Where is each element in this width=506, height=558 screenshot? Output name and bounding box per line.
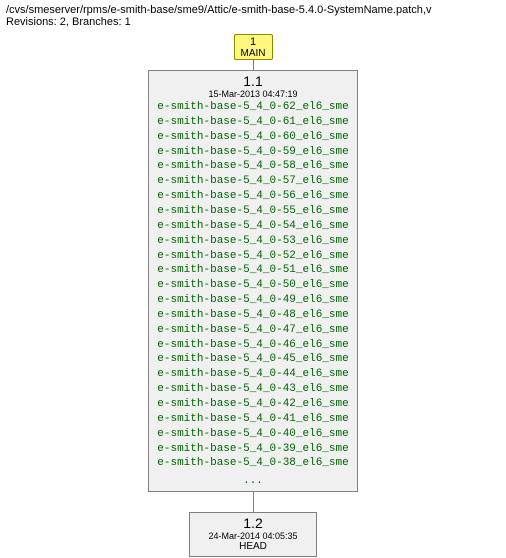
revision-1-1-box: 1.1 15-Mar-2013 04:47:19 e-smith-base-5_… — [148, 70, 357, 492]
tag-line: e-smith-base-5_4_0-53_el6_sme — [157, 234, 348, 249]
tag-line: e-smith-base-5_4_0-59_el6_sme — [157, 145, 348, 160]
tag-line: e-smith-base-5_4_0-46_el6_sme — [157, 338, 348, 353]
connector-line — [253, 492, 254, 512]
tag-line: e-smith-base-5_4_0-56_el6_sme — [157, 189, 348, 204]
revision-graph: 1 MAIN 1.1 15-Mar-2013 04:47:19 e-smith-… — [0, 30, 506, 557]
tag-line: e-smith-base-5_4_0-43_el6_sme — [157, 382, 348, 397]
tag-line: e-smith-base-5_4_0-41_el6_sme — [157, 412, 348, 427]
tag-line: e-smith-base-5_4_0-49_el6_sme — [157, 293, 348, 308]
tag-line: e-smith-base-5_4_0-61_el6_sme — [157, 115, 348, 130]
tag-line: e-smith-base-5_4_0-47_el6_sme — [157, 323, 348, 338]
tag-line: e-smith-base-5_4_0-50_el6_sme — [157, 278, 348, 293]
tag-line: e-smith-base-5_4_0-38_el6_sme — [157, 456, 348, 471]
tag-line: e-smith-base-5_4_0-42_el6_sme — [157, 397, 348, 412]
file-path: /cvs/smeserver/rpms/e-smith-base/sme9/At… — [6, 4, 500, 16]
branch-main-num: 1 — [241, 36, 266, 48]
tag-line: e-smith-base-5_4_0-54_el6_sme — [157, 219, 348, 234]
tag-line: e-smith-base-5_4_0-44_el6_sme — [157, 367, 348, 382]
revision-meta: Revisions: 2, Branches: 1 — [6, 16, 500, 28]
revision-1-1-date: 15-Mar-2013 04:47:19 — [149, 89, 356, 99]
tag-line: e-smith-base-5_4_0-57_el6_sme — [157, 174, 348, 189]
tag-line: e-smith-base-5_4_0-60_el6_sme — [157, 130, 348, 145]
tag-line: e-smith-base-5_4_0-55_el6_sme — [157, 204, 348, 219]
header: /cvs/smeserver/rpms/e-smith-base/sme9/At… — [0, 0, 506, 30]
revision-1-1-tags: e-smith-base-5_4_0-62_el6_smee-smith-bas… — [149, 99, 356, 475]
branch-main-box: 1 MAIN — [234, 34, 273, 60]
branch-main-label: MAIN — [241, 48, 266, 59]
revision-1-2-box: 1.2 24-Mar-2014 04:05:35 HEAD — [189, 512, 316, 557]
tag-line: e-smith-base-5_4_0-62_el6_sme — [157, 100, 348, 115]
tag-line: e-smith-base-5_4_0-45_el6_sme — [157, 352, 348, 367]
tag-line: e-smith-base-5_4_0-39_el6_sme — [157, 442, 348, 457]
revision-1-1-ellipsis: ... — [149, 475, 356, 491]
tag-line: e-smith-base-5_4_0-58_el6_sme — [157, 159, 348, 174]
tag-line: e-smith-base-5_4_0-40_el6_sme — [157, 427, 348, 442]
connector-line — [253, 60, 254, 70]
tag-line: e-smith-base-5_4_0-48_el6_sme — [157, 308, 348, 323]
revision-1-2-date: 24-Mar-2014 04:05:35 — [208, 531, 297, 541]
revision-1-1-num: 1.1 — [149, 73, 356, 89]
revision-1-2-num: 1.2 — [208, 515, 297, 531]
tag-line: e-smith-base-5_4_0-52_el6_sme — [157, 249, 348, 264]
tag-line: e-smith-base-5_4_0-51_el6_sme — [157, 263, 348, 278]
